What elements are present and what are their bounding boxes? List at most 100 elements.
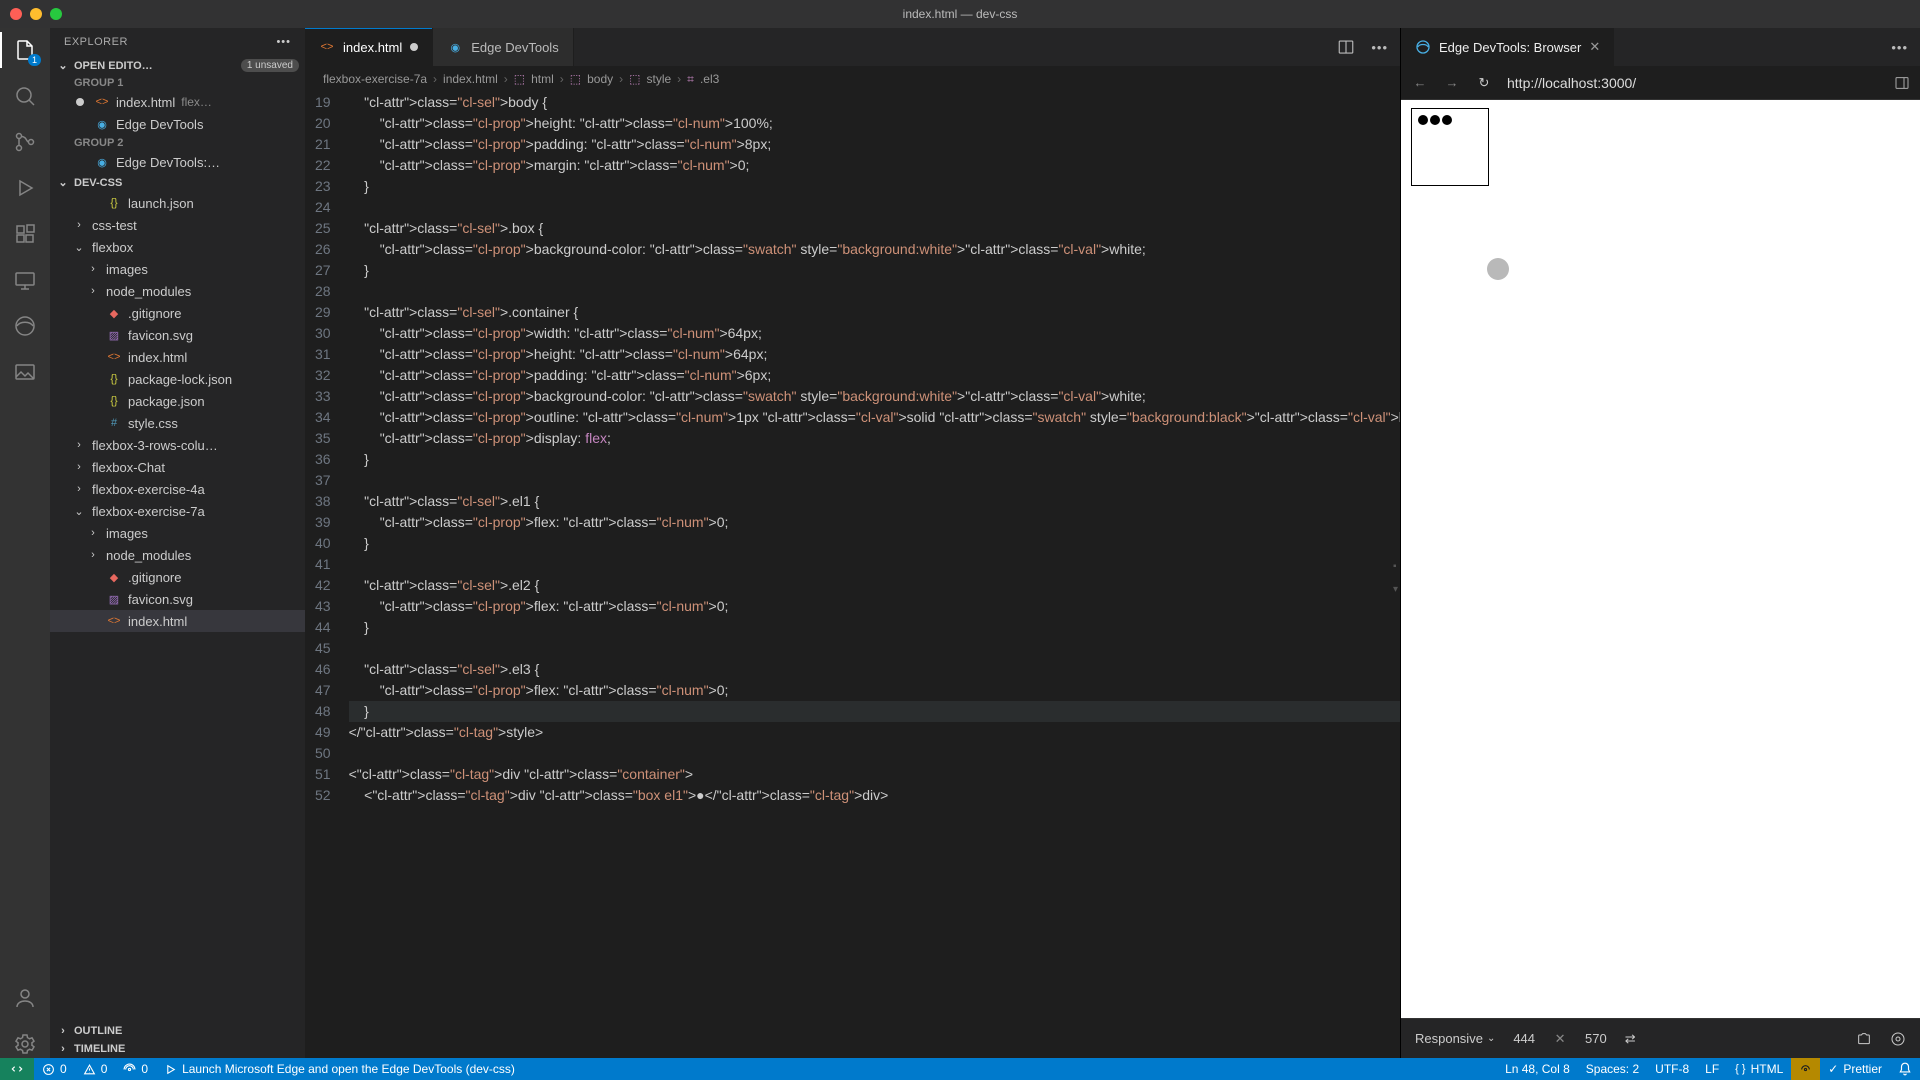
back-icon[interactable]: ← <box>1411 75 1429 90</box>
edge-tools-icon[interactable] <box>11 312 39 340</box>
ports-count[interactable]: 0 <box>115 1058 156 1080</box>
explorer-icon[interactable]: 1 <box>11 36 39 64</box>
code-editor[interactable]: 1920212223242526272829303132333435363738… <box>305 92 1400 1058</box>
reload-icon[interactable]: ↻ <box>1475 75 1493 91</box>
breadcrumb-item[interactable]: body <box>587 72 613 86</box>
remote-indicator[interactable] <box>0 1058 34 1080</box>
device-toolbar: Responsive⌄ 444 ✕ 570 ⇄ <box>1401 1018 1920 1058</box>
file-tree-item[interactable]: ›flexbox-Chat <box>50 456 305 478</box>
dock-icon[interactable] <box>1894 75 1910 91</box>
settings-gear-icon[interactable] <box>11 1030 39 1058</box>
indent-setting[interactable]: Spaces: 2 <box>1578 1058 1647 1080</box>
devtools-browser-tab[interactable]: Edge DevTools: Browser ✕ <box>1401 28 1614 66</box>
explorer-badge: 1 <box>28 54 41 66</box>
debug-task[interactable]: Launch Microsoft Edge and open the Edge … <box>156 1058 523 1080</box>
file-html-icon: <> <box>319 39 335 55</box>
close-icon[interactable]: ✕ <box>1589 39 1600 55</box>
edge-icon <box>1415 39 1431 55</box>
file-tree-item[interactable]: <>index.html <box>50 610 305 632</box>
breadcrumb-item[interactable]: html <box>531 72 554 86</box>
notifications-icon[interactable] <box>1890 1058 1920 1080</box>
file-tree-item[interactable]: <>index.html <box>50 346 305 368</box>
minimize-window-button[interactable] <box>30 8 42 20</box>
file-tree-item[interactable]: ›images <box>50 258 305 280</box>
file-tree-item[interactable]: ›node_modules <box>50 544 305 566</box>
accounts-icon[interactable] <box>11 984 39 1012</box>
close-dimension-icon[interactable]: ✕ <box>1553 1031 1567 1047</box>
search-icon[interactable] <box>11 82 39 110</box>
file-name: flexbox <box>92 240 133 255</box>
timeline-section[interactable]: ›TIMELINE <box>50 1040 305 1058</box>
file-svg-icon: ▨ <box>106 327 122 343</box>
file-tree-item[interactable]: ›flexbox-3-rows-colu… <box>50 434 305 456</box>
file-tree-item[interactable]: {}package-lock.json <box>50 368 305 390</box>
emulate-css-icon[interactable] <box>1890 1031 1906 1047</box>
close-window-button[interactable] <box>10 8 22 20</box>
file-tree-item[interactable]: ›flexbox-exercise-4a <box>50 478 305 500</box>
project-section[interactable]: ⌄ DEV-CSS <box>50 173 305 192</box>
file-tree-item[interactable]: {}launch.json <box>50 192 305 214</box>
breadcrumb-item[interactable]: flexbox-exercise-7a <box>323 72 427 86</box>
rotate-icon[interactable]: ⇄ <box>1625 1031 1636 1047</box>
file-tree-item[interactable]: ›css-test <box>50 214 305 236</box>
open-editors-section[interactable]: ⌄ OPEN EDITO… 1 unsaved <box>50 56 305 75</box>
modified-dot-icon <box>410 43 418 51</box>
chevron-down-icon: ⌄ <box>56 176 70 189</box>
file-tree-item[interactable]: ⌄flexbox <box>50 236 305 258</box>
chevron-down-icon: ⌄ <box>56 59 70 72</box>
remote-explorer-icon[interactable] <box>11 266 39 294</box>
file-tree-item[interactable]: ›images <box>50 522 305 544</box>
symbol-icon: ⌗ <box>687 72 694 87</box>
source-control-icon[interactable] <box>11 128 39 156</box>
screenshot-icon[interactable] <box>1856 1031 1872 1047</box>
open-editor-item[interactable]: <>index.html flex… <box>50 91 305 113</box>
file-tree-item[interactable]: ◆.gitignore <box>50 566 305 588</box>
breadcrumb-item[interactable]: style <box>646 72 671 86</box>
more-actions-icon[interactable]: ••• <box>1879 40 1920 55</box>
open-editor-item[interactable]: ◉Edge DevTools:… <box>50 151 305 173</box>
file-tree-item[interactable]: {}package.json <box>50 390 305 412</box>
cursor-position[interactable]: Ln 48, Col 8 <box>1497 1058 1578 1080</box>
file-tree-item[interactable]: ›node_modules <box>50 280 305 302</box>
device-select[interactable]: Responsive⌄ <box>1415 1031 1495 1046</box>
editor-tab[interactable]: ◉Edge DevTools <box>433 28 573 66</box>
file-tree-item[interactable]: ◆.gitignore <box>50 302 305 324</box>
warnings-count[interactable]: 0 <box>75 1058 116 1080</box>
chevron-right-icon: › <box>72 483 86 495</box>
file-tree-item[interactable]: ⌄flexbox-exercise-7a <box>50 500 305 522</box>
eol-setting[interactable]: LF <box>1697 1058 1727 1080</box>
more-actions-icon[interactable]: ••• <box>1371 40 1388 55</box>
split-indicator-icon[interactable]: ▪▾ <box>1393 556 1398 600</box>
prettier-status[interactable]: ✓Prettier <box>1820 1058 1890 1080</box>
image-preview-icon[interactable] <box>11 358 39 386</box>
modified-dot-icon <box>76 98 84 106</box>
zoom-window-button[interactable] <box>50 8 62 20</box>
outline-section[interactable]: ›OUTLINE <box>50 1022 305 1040</box>
encoding-setting[interactable]: UTF-8 <box>1647 1058 1697 1080</box>
editor-tab[interactable]: <>index.html <box>305 28 433 66</box>
file-css-icon: # <box>106 415 122 431</box>
file-json-icon: {} <box>106 195 122 211</box>
extensions-icon[interactable] <box>11 220 39 248</box>
language-mode[interactable]: { }HTML <box>1727 1058 1791 1080</box>
errors-count[interactable]: 0 <box>34 1058 75 1080</box>
breadcrumb-item[interactable]: .el3 <box>700 72 719 86</box>
sidebar-more-icon[interactable]: ••• <box>276 36 291 48</box>
viewport-width[interactable]: 444 <box>1513 1031 1535 1046</box>
viewport-height[interactable]: 570 <box>1585 1031 1607 1046</box>
file-name: flexbox-exercise-7a <box>92 504 205 519</box>
browser-preview[interactable] <box>1401 100 1920 1018</box>
preview-el1 <box>1418 115 1428 125</box>
split-editor-icon[interactable] <box>1337 38 1355 56</box>
file-tree-item[interactable]: #style.css <box>50 412 305 434</box>
breadcrumb-item[interactable]: index.html <box>443 72 498 86</box>
file-tree-item[interactable]: ▨favicon.svg <box>50 324 305 346</box>
file-name: node_modules <box>106 548 191 563</box>
run-debug-icon[interactable] <box>11 174 39 202</box>
port-indicator[interactable] <box>1791 1058 1820 1080</box>
file-tree-item[interactable]: ▨favicon.svg <box>50 588 305 610</box>
forward-icon[interactable]: → <box>1443 75 1461 90</box>
url-field[interactable]: http://localhost:3000/ <box>1507 75 1880 91</box>
open-editor-item[interactable]: ◉Edge DevTools <box>50 113 305 135</box>
breadcrumbs[interactable]: flexbox-exercise-7a›index.html›⬚html›⬚bo… <box>305 66 1400 92</box>
